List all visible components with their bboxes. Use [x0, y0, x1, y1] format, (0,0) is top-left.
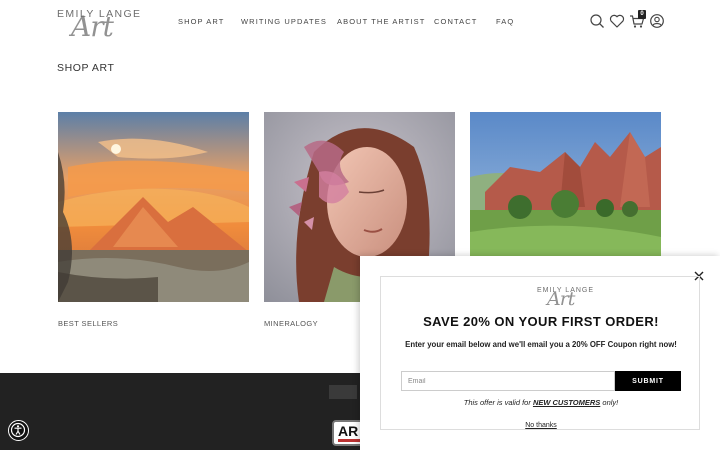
search-icon[interactable]	[589, 13, 605, 29]
collection-card-best-sellers[interactable]: BEST SELLERS	[58, 112, 249, 328]
page-title: SHOP ART	[57, 62, 115, 74]
sunset-mountain-painting[interactable]	[58, 112, 249, 302]
popup-logo-script-text: Art	[547, 288, 575, 310]
footer-block	[329, 385, 357, 399]
offer-prefix: This offer is valid for	[463, 398, 533, 407]
offer-highlight: NEW CUSTOMERS	[532, 398, 601, 407]
popup-headline: SAVE 20% ON YOUR FIRST ORDER!	[423, 314, 659, 329]
popup-offer-text: This offer is valid for NEW CUSTOMERS on…	[381, 398, 701, 407]
ar-badge-text: AR	[338, 423, 359, 439]
accessibility-icon[interactable]	[8, 420, 29, 441]
collection-label[interactable]: MINERALOGY	[264, 319, 318, 328]
submit-button[interactable]: SUBMIT	[615, 371, 681, 391]
heart-icon[interactable]	[609, 13, 625, 29]
site-header: EMILY LANGE Art SHOP ART WRITING UPDATES…	[0, 0, 720, 44]
popup-logo: EMILY LANGE Art	[537, 287, 597, 310]
cart-icon[interactable]: 0	[629, 10, 646, 29]
header-icons: 0	[0, 10, 720, 31]
offer-suffix: only!	[600, 398, 619, 407]
collection-label[interactable]: BEST SELLERS	[58, 319, 118, 328]
no-thanks-link[interactable]: No thanks	[381, 422, 701, 429]
ar-badge-stripe	[338, 439, 360, 442]
discount-popup: EMILY LANGE Art SAVE 20% ON YOUR FIRST O…	[360, 256, 720, 450]
email-field[interactable]	[401, 371, 615, 391]
popup-description: Enter your email below and we'll email y…	[405, 340, 677, 349]
popup-content: EMILY LANGE Art SAVE 20% ON YOUR FIRST O…	[380, 276, 700, 430]
cart-count-badge: 0	[638, 10, 646, 19]
user-icon[interactable]	[649, 13, 665, 29]
